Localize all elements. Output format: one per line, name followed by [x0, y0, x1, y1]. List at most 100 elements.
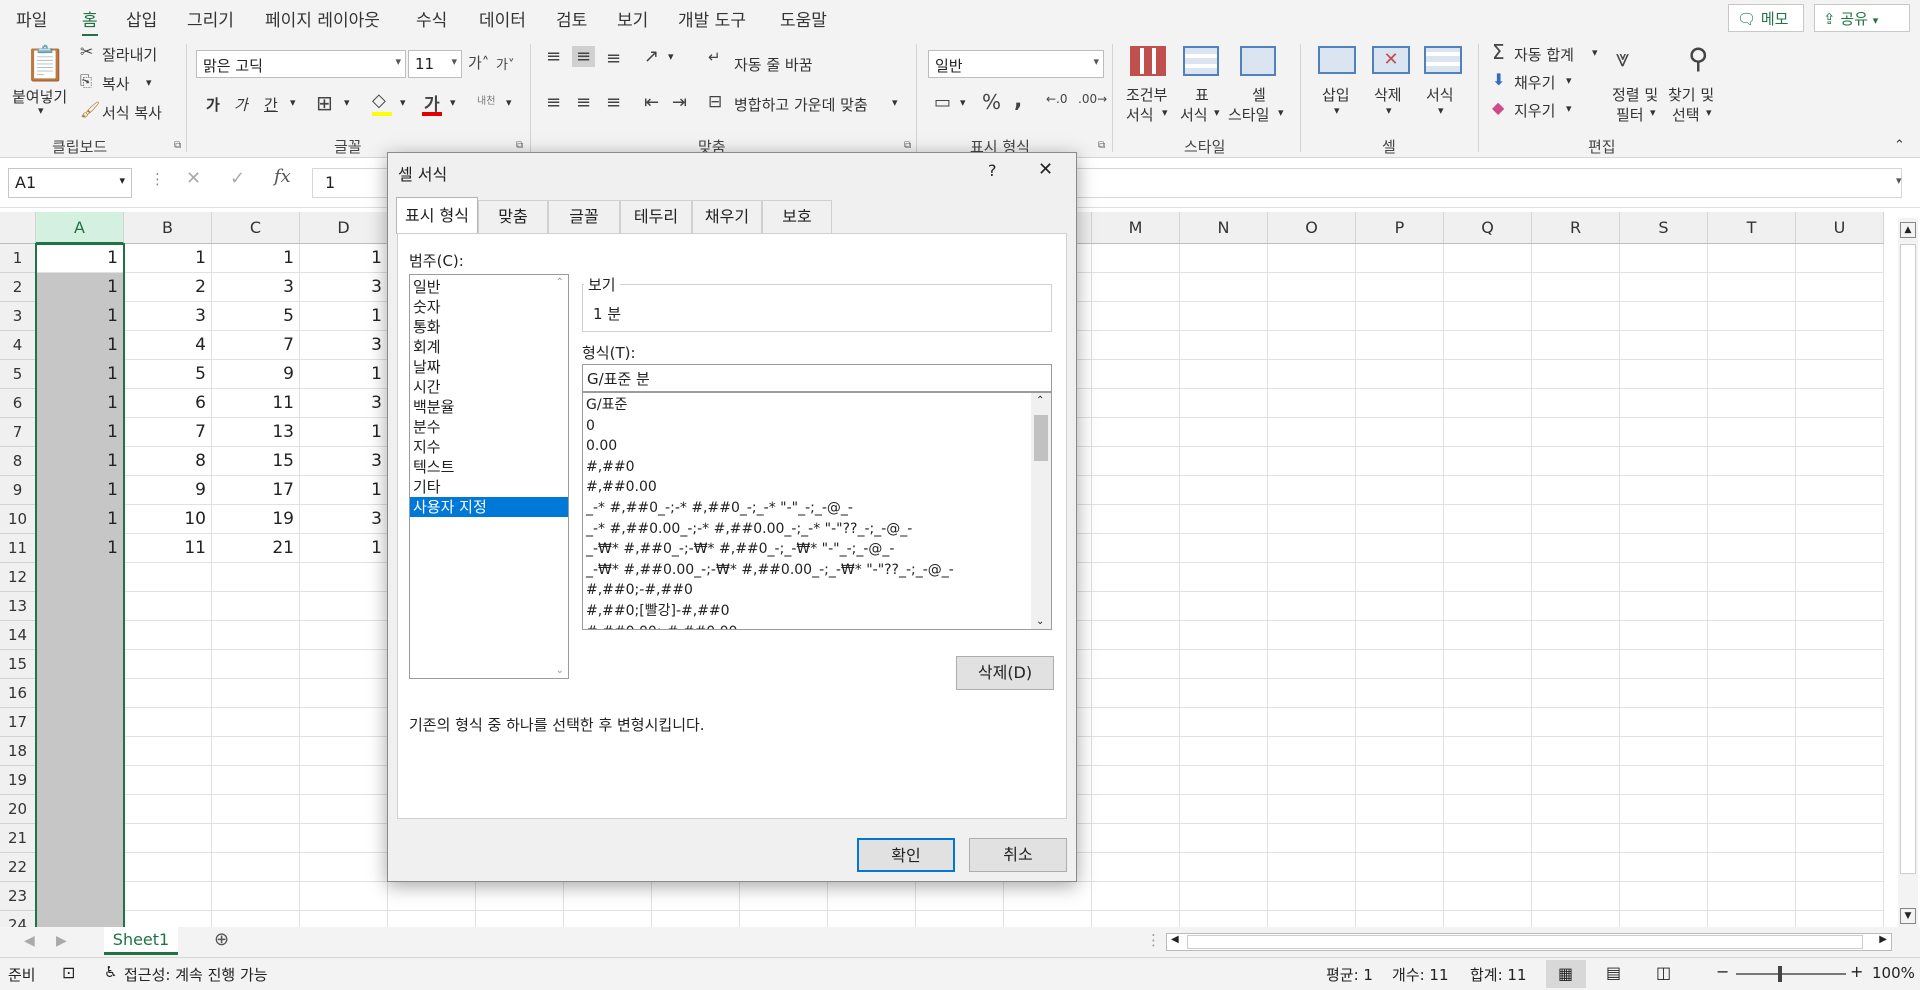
menu-developer[interactable]: 개발 도구 [678, 6, 746, 31]
zoom-slider-thumb[interactable] [1778, 966, 1782, 982]
chevron-down-icon[interactable]: ▾ [1592, 46, 1598, 59]
scroll-right-icon[interactable]: ▶ [56, 933, 67, 949]
category-item[interactable]: 시간 [410, 377, 568, 397]
horizontal-scrollbar[interactable]: ◀ ▶ [1166, 933, 1892, 951]
category-item[interactable]: 텍스트 [410, 457, 568, 477]
column-header[interactable]: C [212, 212, 300, 244]
type-input[interactable]: G/표준 분 [582, 364, 1052, 392]
cut-button[interactable]: 잘라내기 [102, 44, 157, 65]
name-box[interactable]: A1 ▾ [8, 168, 132, 198]
cell[interactable]: 3 [300, 273, 388, 302]
row-header[interactable]: 12 [0, 563, 36, 592]
cell[interactable]: 1 [300, 302, 388, 331]
chevron-down-icon[interactable]: ▾ [450, 96, 456, 109]
column-header[interactable]: T [1708, 212, 1796, 244]
tab-border[interactable]: 테두리 [620, 200, 692, 233]
cell[interactable]: 1 [36, 418, 124, 447]
category-item[interactable]: 숫자 [410, 297, 568, 317]
menu-help[interactable]: 도움말 [780, 6, 827, 31]
column-header[interactable]: U [1796, 212, 1884, 244]
memo-button[interactable]: 🗨 메모 [1728, 4, 1804, 32]
menu-review[interactable]: 검토 [556, 6, 587, 31]
cell[interactable]: 5 [124, 360, 212, 389]
border-icon[interactable]: ⊞ [316, 91, 333, 115]
delete-cells-button[interactable]: 삭제 [1374, 84, 1402, 105]
row-header[interactable]: 23 [0, 882, 36, 911]
find-select-icon[interactable]: ⚲ [1688, 42, 1709, 75]
comma-icon[interactable]: , [1014, 88, 1022, 113]
autosum-button[interactable]: 자동 합계 [1514, 44, 1574, 65]
insert-function-button[interactable]: fx [274, 166, 291, 187]
align-top-icon[interactable]: ≡ [546, 46, 561, 67]
cell[interactable]: 1 [36, 360, 124, 389]
cell[interactable]: 9 [212, 360, 300, 389]
cell[interactable]: 4 [124, 331, 212, 360]
category-item[interactable]: 백분율 [410, 397, 568, 417]
increase-decimal-icon[interactable]: ←.0 [1046, 92, 1068, 106]
category-item[interactable]: 통화 [410, 317, 568, 337]
format-cells-button[interactable]: 서식 [1426, 84, 1454, 105]
cell[interactable]: 1 [300, 534, 388, 563]
row-header[interactable]: 14 [0, 621, 36, 650]
format-cells-icon[interactable] [1424, 46, 1462, 74]
row-header[interactable]: 24 [0, 911, 36, 927]
row-header[interactable]: 7 [0, 418, 36, 447]
format-item[interactable]: G/표준 [583, 395, 1029, 416]
menu-view[interactable]: 보기 [617, 6, 648, 31]
scroll-up-icon[interactable]: ⌃ [556, 277, 564, 288]
menu-formulas[interactable]: 수식 [416, 6, 447, 31]
orientation-icon[interactable]: ↗ [644, 46, 659, 67]
zoom-level[interactable]: 100% [1872, 964, 1915, 982]
category-item[interactable]: 회계 [410, 337, 568, 357]
cell[interactable]: 1 [124, 244, 212, 273]
cell[interactable]: 3 [300, 389, 388, 418]
sort-filter-label-1[interactable]: 정렬 및 [1612, 84, 1658, 105]
row-header[interactable]: 19 [0, 766, 36, 795]
row-header[interactable]: 17 [0, 708, 36, 737]
scroll-down-icon[interactable]: ⌄ [556, 665, 564, 676]
add-sheet-icon[interactable]: ⊕ [214, 929, 229, 950]
ok-button[interactable]: 확인 [857, 838, 955, 872]
chevron-down-icon[interactable]: ▾ [1278, 106, 1284, 119]
cell[interactable]: 1 [36, 389, 124, 418]
font-shrink-icon[interactable]: 가˅ [496, 54, 514, 73]
chevron-down-icon[interactable]: ▾ [506, 96, 512, 109]
cell[interactable]: 9 [124, 476, 212, 505]
cell[interactable]: 7 [124, 418, 212, 447]
dialog-launcher-icon[interactable]: ⧉ [516, 140, 523, 151]
dialog-launcher-icon[interactable]: ⧉ [904, 140, 911, 151]
cell[interactable]: 3 [300, 331, 388, 360]
sheet-tab-sheet1[interactable]: Sheet1 [104, 927, 178, 955]
italic-button[interactable]: 가 [234, 94, 248, 115]
chevron-down-icon[interactable]: ▾ [668, 50, 674, 63]
format-item[interactable]: 0.00 [583, 436, 1029, 457]
chevron-down-icon[interactable]: ▾ [1566, 102, 1572, 115]
cell[interactable]: 1 [300, 360, 388, 389]
cell[interactable]: 1 [36, 534, 124, 563]
cell[interactable]: 1 [300, 476, 388, 505]
conditional-format-label-1[interactable]: 조건부 [1126, 84, 1167, 105]
select-all-corner[interactable] [0, 212, 36, 244]
paste-icon[interactable]: 📋 [24, 44, 66, 84]
copy-button[interactable]: 복사 [102, 73, 130, 94]
tab-fill[interactable]: 채우기 [692, 200, 762, 233]
align-left-icon[interactable]: ≡ [546, 92, 561, 113]
fill-button[interactable]: 채우기 [1514, 72, 1555, 93]
font-size-combo[interactable]: 11 ▾ [408, 50, 462, 78]
cell[interactable]: 7 [212, 331, 300, 360]
tab-alignment[interactable]: 맞춤 [478, 200, 548, 233]
column-header[interactable]: P [1356, 212, 1444, 244]
cell[interactable]: 8 [124, 447, 212, 476]
chevron-down-icon[interactable]: ▾ [344, 96, 350, 109]
delete-cells-icon[interactable]: ✕ [1372, 46, 1410, 74]
format-painter-button[interactable]: 서식 복사 [102, 102, 162, 123]
zoom-slider[interactable] [1736, 973, 1846, 975]
cell[interactable]: 1 [36, 505, 124, 534]
cell[interactable]: 21 [212, 534, 300, 563]
merge-center-button[interactable]: 병합하고 가운데 맞춤 [734, 94, 868, 115]
scroll-down-icon[interactable]: ⌄ [1036, 616, 1044, 627]
format-as-table-icon[interactable] [1183, 46, 1219, 76]
cell[interactable]: 3 [300, 447, 388, 476]
chevron-down-icon[interactable]: ▾ [1334, 104, 1340, 117]
cell[interactable]: 13 [212, 418, 300, 447]
